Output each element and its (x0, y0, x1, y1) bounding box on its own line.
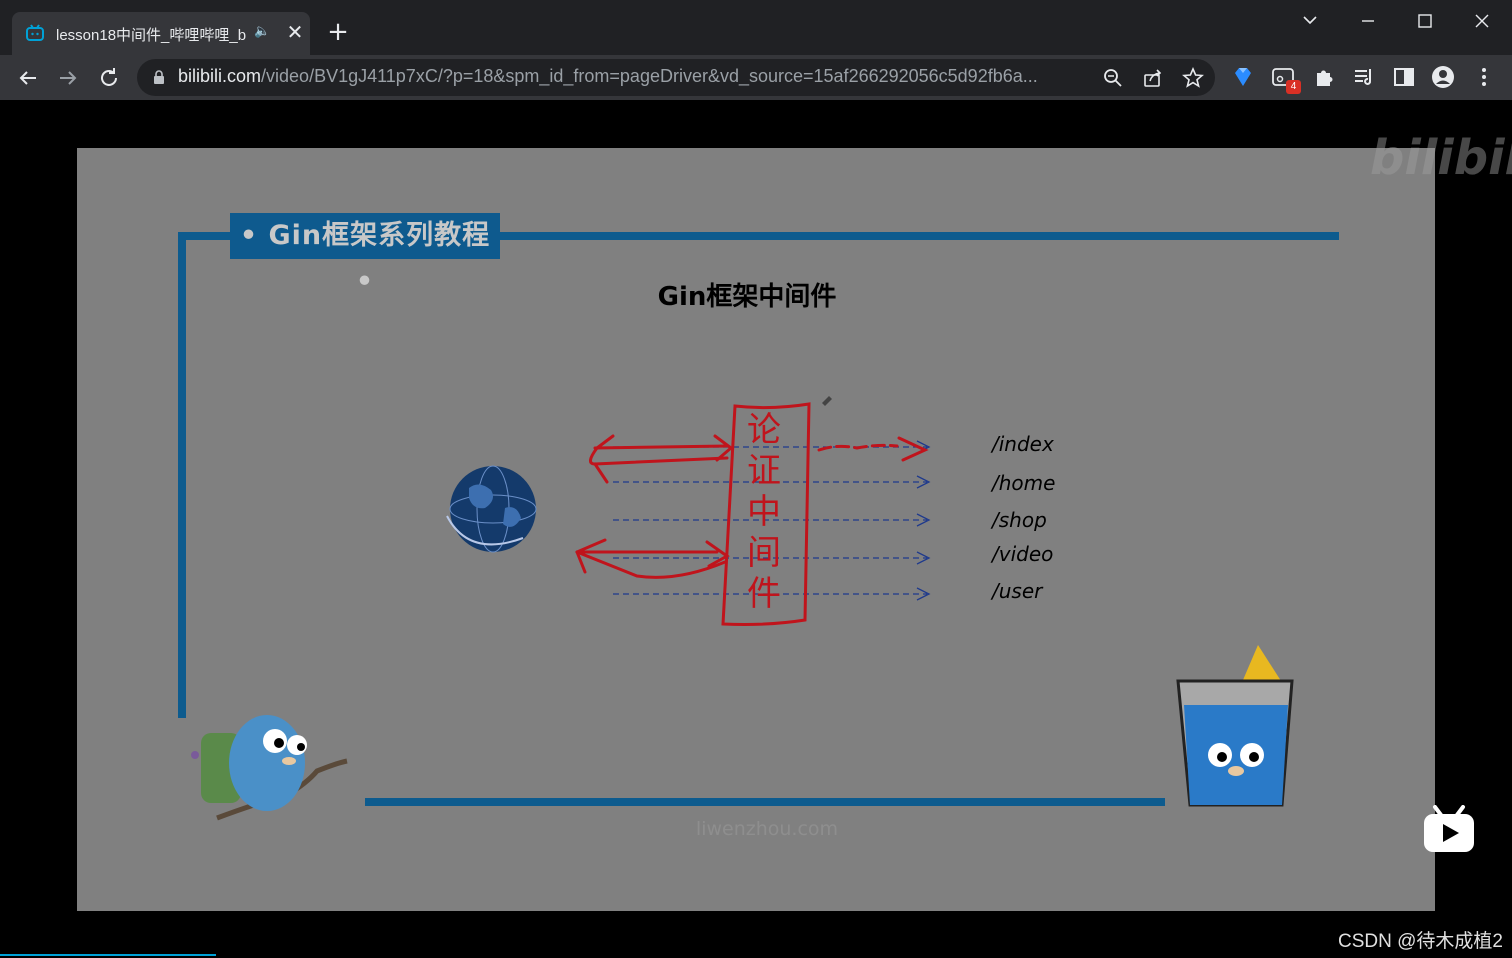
profile-avatar-icon[interactable] (1431, 65, 1455, 89)
url-text[interactable]: bilibili.com/video/BV1gJ411p7xC/?p=18&sp… (178, 66, 1088, 87)
video-frame[interactable]: • Gin框架系列教程 • Gin框架中间件 论 证 中 间 件 /index … (77, 148, 1435, 911)
route-label: /index (992, 432, 1054, 456)
share-icon[interactable] (1142, 67, 1164, 89)
tab-close-icon[interactable]: ✕ (284, 19, 306, 45)
gem-extension-icon[interactable] (1231, 65, 1255, 89)
route-label: /user (992, 579, 1043, 603)
handwritten-text: 论 证 中 间 件 (747, 410, 781, 614)
route-label: /video (992, 542, 1054, 566)
browser-titlebar: lesson18中间件_哔哩哔哩_b 🔈 ✕ + (0, 0, 1512, 55)
back-arrow-icon[interactable] (13, 63, 43, 93)
minimize-icon[interactable] (1348, 8, 1388, 34)
bilibili-favicon-icon (26, 24, 44, 41)
browser-tab[interactable]: lesson18中间件_哔哩哔哩_b 🔈 ✕ (12, 12, 310, 55)
play-button-icon[interactable] (1423, 805, 1475, 853)
address-bar[interactable]: bilibili.com/video/BV1gJ411p7xC/?p=18&sp… (137, 59, 1215, 96)
bilibili-logo: bilibili (1370, 130, 1512, 186)
puzzle-extensions-icon[interactable] (1312, 65, 1336, 89)
browser-toolbar: bilibili.com/video/BV1gJ411p7xC/?p=18&sp… (0, 55, 1512, 100)
close-window-icon[interactable] (1462, 8, 1502, 34)
maximize-icon[interactable] (1405, 8, 1445, 34)
globe-icon (446, 465, 537, 553)
tab-title: lesson18中间件_哔哩哔哩_b (56, 27, 246, 44)
lock-icon[interactable] (153, 70, 165, 85)
reload-icon[interactable] (94, 63, 124, 93)
forward-arrow-icon[interactable] (53, 63, 83, 93)
pen-cursor-icon (822, 396, 832, 406)
route-label: /home (992, 471, 1056, 495)
side-panel-icon[interactable] (1392, 65, 1416, 89)
gopher-hiker-illustration (191, 715, 348, 821)
csdn-watermark: CSDN @待木成植2 (1338, 931, 1503, 952)
route-label: /shop (992, 508, 1047, 532)
tab-search-chevron-icon[interactable] (1290, 8, 1330, 34)
menu-kebab-icon[interactable] (1472, 65, 1496, 89)
reading-list-icon[interactable] (1352, 65, 1376, 89)
site-watermark: liwenzhou.com (695, 818, 839, 840)
new-tab-button[interactable]: + (324, 18, 352, 46)
zoom-icon[interactable] (1102, 67, 1124, 89)
speaker-icon[interactable]: 🔈 (254, 24, 270, 39)
gopher-glass-illustration (1176, 645, 1294, 807)
extension-badge: 4 (1286, 80, 1301, 94)
bookmark-star-icon[interactable] (1182, 67, 1204, 89)
video-progress-bar[interactable] (0, 954, 216, 956)
